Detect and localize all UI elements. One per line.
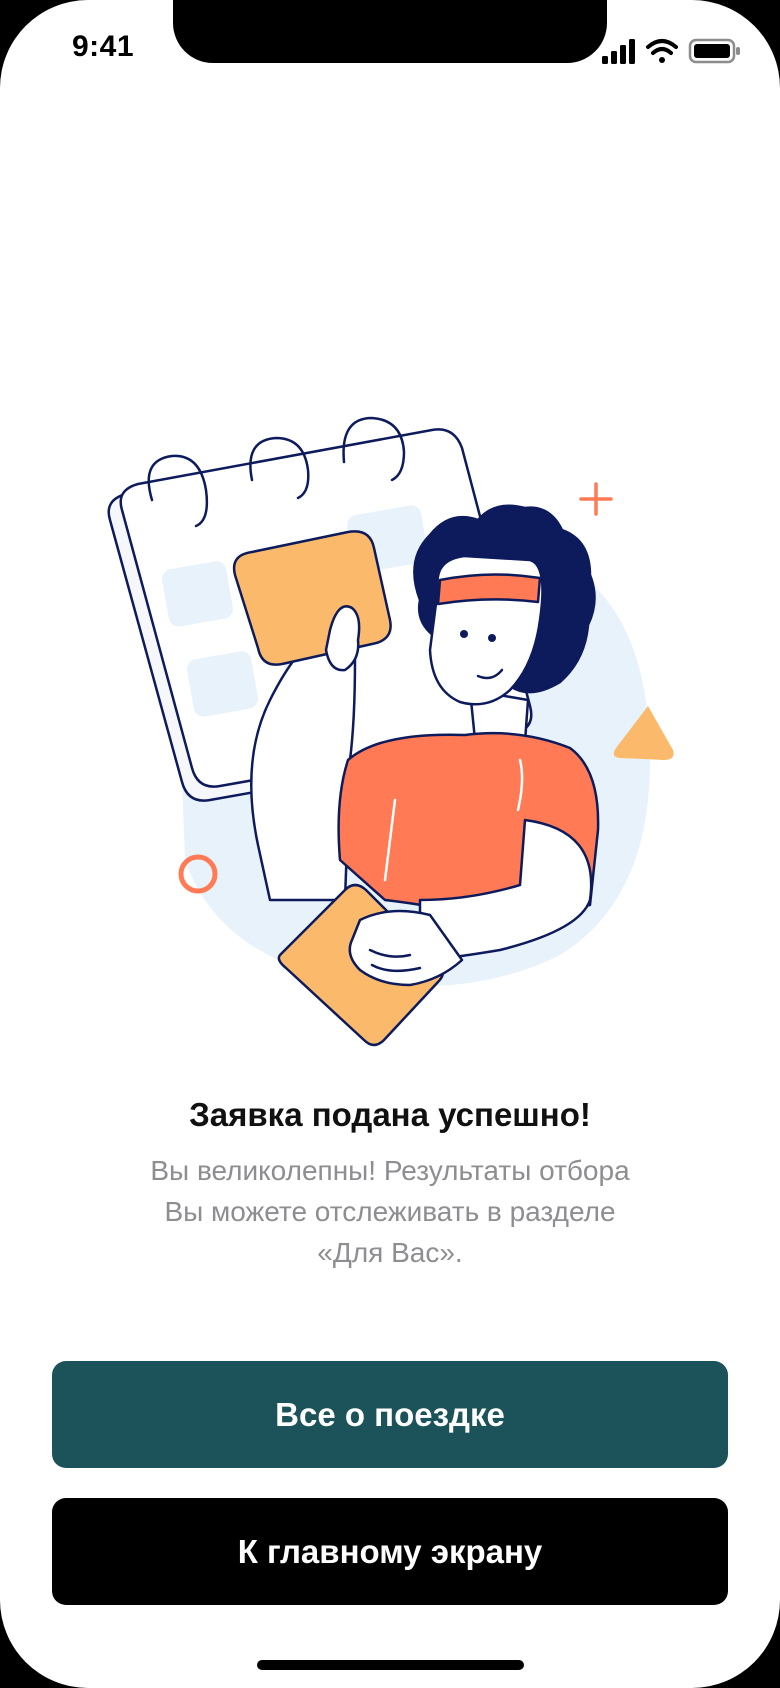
go-home-button[interactable]: К главному экрану — [52, 1498, 728, 1605]
description-line: «Для Вас». — [317, 1237, 463, 1268]
phone-screen: 9:41 Заявка подана успешно! Вы великолеп… — [0, 0, 780, 1688]
description-line: Вы великолепны! Результаты отбора — [150, 1155, 630, 1186]
home-indicator[interactable] — [257, 1660, 524, 1670]
plus-decoration — [579, 482, 613, 516]
description-line: Вы можете отслеживать в разделе — [164, 1196, 616, 1227]
success-title: Заявка подана успешно! — [189, 1096, 591, 1133]
go-home-button-label: К главному экрану — [237, 1532, 543, 1570]
raised-card — [232, 530, 392, 666]
person-illustration — [232, 504, 600, 1047]
success-description: Вы великолепны! Результаты отбора Вы мож… — [100, 1150, 680, 1273]
trip-details-button[interactable]: Все о поездке — [52, 1361, 728, 1468]
trip-details-button-label: Все о поездке — [275, 1395, 505, 1433]
